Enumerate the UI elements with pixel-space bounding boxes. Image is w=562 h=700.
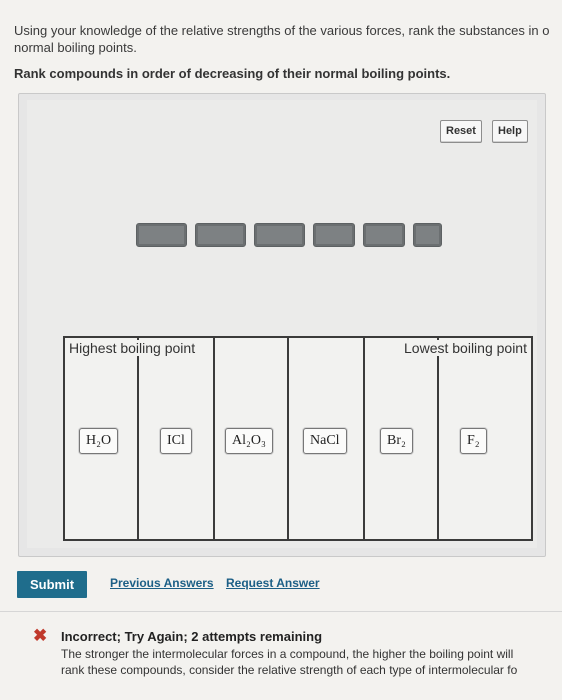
compound-chip-f2[interactable]: F₂ — [460, 428, 487, 454]
reset-button[interactable]: Reset — [440, 120, 482, 143]
empty-slot — [313, 223, 355, 247]
empty-slot — [413, 223, 442, 247]
compound-chip-br2[interactable]: Br₂ — [380, 428, 413, 454]
compound-chip-icl[interactable]: ICl — [160, 428, 192, 454]
question-prompt: Using your knowledge of the relative str… — [14, 22, 562, 56]
prompt-line-2: normal boiling points. — [14, 40, 137, 55]
source-slots — [136, 223, 442, 247]
empty-slot — [136, 223, 187, 247]
compound-chip-h2o[interactable]: H₂O — [79, 428, 119, 454]
compound-chip-nacl[interactable]: NaCl — [303, 428, 347, 454]
feedback-line-1: The stronger the intermolecular forces i… — [61, 647, 514, 661]
bin-divider — [287, 338, 289, 539]
request-answer-link[interactable]: Request Answer — [226, 576, 320, 590]
incorrect-x-icon: ✖ — [33, 626, 48, 645]
help-button[interactable]: Help — [492, 120, 528, 143]
highest-boiling-label: Highest boiling point — [67, 340, 198, 356]
bin-divider — [213, 338, 215, 539]
feedback-title: Incorrect; Try Again; 2 attempts remaini… — [61, 629, 323, 644]
empty-slot — [254, 223, 305, 247]
section-divider — [0, 611, 562, 612]
previous-answers-link[interactable]: Previous Answers — [110, 576, 214, 590]
bin-divider — [363, 338, 365, 539]
empty-slot — [195, 223, 246, 247]
submit-button[interactable]: Submit — [17, 571, 87, 598]
ranking-bins: Highest boiling point Lowest boiling poi… — [63, 336, 533, 541]
bin-divider — [437, 338, 439, 539]
prompt-line-1: Using your knowledge of the relative str… — [14, 23, 550, 38]
ranking-canvas: Reset Help Highest boiling point Lowest … — [27, 100, 537, 548]
lowest-boiling-label: Lowest boiling point — [402, 340, 529, 356]
compound-chip-al2o3[interactable]: Al₂O₃ — [225, 428, 273, 454]
feedback-message: The stronger the intermolecular forces i… — [61, 646, 561, 678]
task-instruction: Rank compounds in order of decreasing of… — [14, 66, 451, 81]
bin-divider — [137, 338, 139, 539]
feedback-line-2: rank these compounds, consider the relat… — [61, 663, 518, 677]
empty-slot — [363, 223, 405, 247]
ranking-widget: Reset Help Highest boiling point Lowest … — [18, 93, 546, 557]
